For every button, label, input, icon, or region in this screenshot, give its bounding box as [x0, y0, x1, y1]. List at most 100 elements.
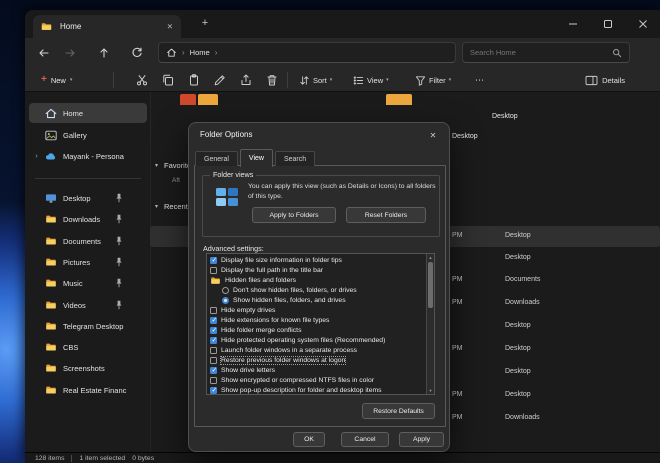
sort-button[interactable]: Sort ▾ — [295, 71, 336, 89]
scroll-down-icon[interactable]: ▼ — [427, 387, 434, 394]
explorer-tab[interactable]: Home ✕ — [33, 15, 181, 38]
checkbox-checked[interactable] — [210, 257, 217, 264]
minimize-button[interactable] — [555, 10, 590, 38]
sidebar-item-label: Home — [63, 109, 143, 118]
filter-button[interactable]: Filter ▾ — [411, 71, 455, 89]
radio-selected[interactable] — [222, 297, 229, 304]
setting-row[interactable]: Hidden files and folders — [207, 275, 426, 285]
setting-row[interactable]: Don't show hidden files, folders, or dri… — [207, 285, 426, 295]
sidebar-item-music[interactable]: Music — [29, 273, 147, 293]
setting-row[interactable]: Display the full path in the title bar — [207, 265, 426, 275]
apply-button[interactable]: Apply — [399, 432, 444, 447]
setting-row[interactable]: Show pop-up description for folder and d… — [207, 385, 426, 395]
setting-row[interactable]: Display file size information in folder … — [207, 255, 426, 265]
sidebar-item-desktop[interactable]: Desktop — [29, 188, 147, 208]
sidebar-item-label: Pictures — [63, 258, 143, 267]
home-icon — [166, 47, 177, 58]
sidebar-item-pictures[interactable]: Pictures — [29, 252, 147, 272]
sidebar-item-telegram-desktop[interactable]: Telegram Desktop — [29, 316, 147, 336]
back-button[interactable] — [35, 44, 53, 62]
reset-folders-button[interactable]: Reset Folders — [346, 207, 426, 223]
file-location: Documents — [505, 276, 540, 283]
new-button[interactable]: + New ▾ — [35, 71, 78, 89]
apply-to-folders-button[interactable]: Apply to Folders — [252, 207, 336, 223]
sidebar-item-downloads[interactable]: Downloads — [29, 209, 147, 229]
cut-button[interactable] — [133, 71, 151, 89]
setting-row[interactable]: Show encrypted or compressed NTFS files … — [207, 375, 426, 385]
setting-row[interactable]: Show drive letters — [207, 365, 426, 375]
setting-row[interactable]: Restore previous folder windows at logon — [207, 355, 426, 365]
checkbox-checked[interactable] — [210, 327, 217, 334]
breadcrumb-home[interactable]: Home — [190, 48, 210, 57]
setting-row[interactable]: Hide protected operating system files (R… — [207, 335, 426, 345]
checkbox-checked[interactable] — [210, 367, 217, 374]
radio-unselected[interactable] — [222, 287, 229, 294]
section-header-recent[interactable]: ▾ Recent — [155, 202, 188, 211]
search-box[interactable] — [462, 42, 630, 63]
sidebar-item-screenshots[interactable]: Screenshots — [29, 358, 147, 378]
checkbox-unchecked[interactable] — [210, 357, 217, 364]
close-button[interactable] — [625, 10, 660, 38]
share-button[interactable] — [237, 71, 255, 89]
listbox-scrollbar[interactable]: ▲ ▼ — [426, 254, 434, 394]
sidebar-item-videos[interactable]: Videos — [29, 295, 147, 315]
restore-defaults-button[interactable]: Restore Defaults — [362, 403, 435, 419]
paste-button[interactable] — [185, 71, 203, 89]
search-input[interactable] — [470, 48, 607, 57]
modified-time-fragment: PM — [452, 414, 463, 421]
items-count: 128 items — [35, 455, 64, 462]
checkbox-checked[interactable] — [210, 387, 217, 394]
folder-icon — [45, 299, 58, 311]
file-explorer-window: Home ✕ + — [25, 10, 660, 463]
checkbox-unchecked[interactable] — [210, 347, 217, 354]
checkbox-unchecked[interactable] — [210, 267, 217, 274]
details-pane-button[interactable]: Details — [580, 71, 630, 89]
sidebar-item-mayank-persona[interactable]: ›Mayank - Persona — [29, 146, 147, 166]
checkbox-checked[interactable] — [210, 337, 217, 344]
checkbox-unchecked[interactable] — [210, 377, 217, 384]
new-tab-button[interactable]: + — [197, 16, 213, 32]
ok-button[interactable]: OK — [293, 432, 325, 447]
tab-view[interactable]: View — [240, 149, 273, 167]
view-button[interactable]: View ▾ — [349, 71, 393, 89]
favorites-empty-hint: Aft — [172, 177, 180, 184]
tab-general[interactable]: General — [195, 151, 238, 166]
command-bar: + New ▾ — [25, 68, 660, 92]
setting-row[interactable]: Hide empty drives — [207, 305, 426, 315]
tile — [228, 188, 238, 196]
sidebar-item-cbs[interactable]: CBS — [29, 337, 147, 357]
chevron-down-icon: ▾ — [330, 77, 333, 83]
sidebar-item-real-estate-financ[interactable]: Real Estate Financ — [29, 380, 147, 400]
setting-row[interactable]: Show hidden files, folders, and drives — [207, 295, 426, 305]
forward-button[interactable] — [61, 44, 79, 62]
rename-button[interactable] — [211, 71, 229, 89]
checkbox-unchecked[interactable] — [210, 307, 217, 314]
tile — [216, 188, 226, 196]
tab-close-icon[interactable]: ✕ — [167, 22, 173, 31]
setting-label: Show hidden files, folders, and drives — [233, 297, 346, 304]
sidebar-separator — [35, 178, 141, 179]
setting-row[interactable]: Launch folder windows in a separate proc… — [207, 345, 426, 355]
cancel-button[interactable]: Cancel — [341, 432, 389, 447]
setting-label: Hide protected operating system files (R… — [221, 337, 385, 344]
scroll-up-icon[interactable]: ▲ — [427, 254, 434, 261]
address-bar[interactable]: › Home › — [158, 42, 456, 63]
delete-button[interactable] — [263, 71, 281, 89]
scrollbar-thumb[interactable] — [428, 262, 433, 308]
checkbox-checked[interactable] — [210, 317, 217, 324]
up-button[interactable] — [95, 44, 113, 62]
sidebar-item-documents[interactable]: Documents — [29, 231, 147, 251]
chevron-down-icon: ▾ — [155, 162, 158, 169]
tab-search[interactable]: Search — [275, 151, 315, 166]
copy-button[interactable] — [159, 71, 177, 89]
filter-icon — [415, 75, 426, 86]
view-tab-panel: Folder views You can apply this view (su… — [194, 165, 446, 427]
setting-row[interactable]: Hide extensions for known file types — [207, 315, 426, 325]
refresh-button[interactable] — [128, 44, 146, 62]
dialog-close-icon[interactable]: ✕ — [426, 129, 440, 143]
sidebar-item-gallery[interactable]: Gallery — [29, 125, 147, 145]
setting-row[interactable]: Hide folder merge conflicts — [207, 325, 426, 335]
more-options-button[interactable]: ⋯ — [471, 71, 489, 89]
maximize-button[interactable] — [590, 10, 625, 38]
sidebar-item-home[interactable]: Home — [29, 103, 147, 123]
